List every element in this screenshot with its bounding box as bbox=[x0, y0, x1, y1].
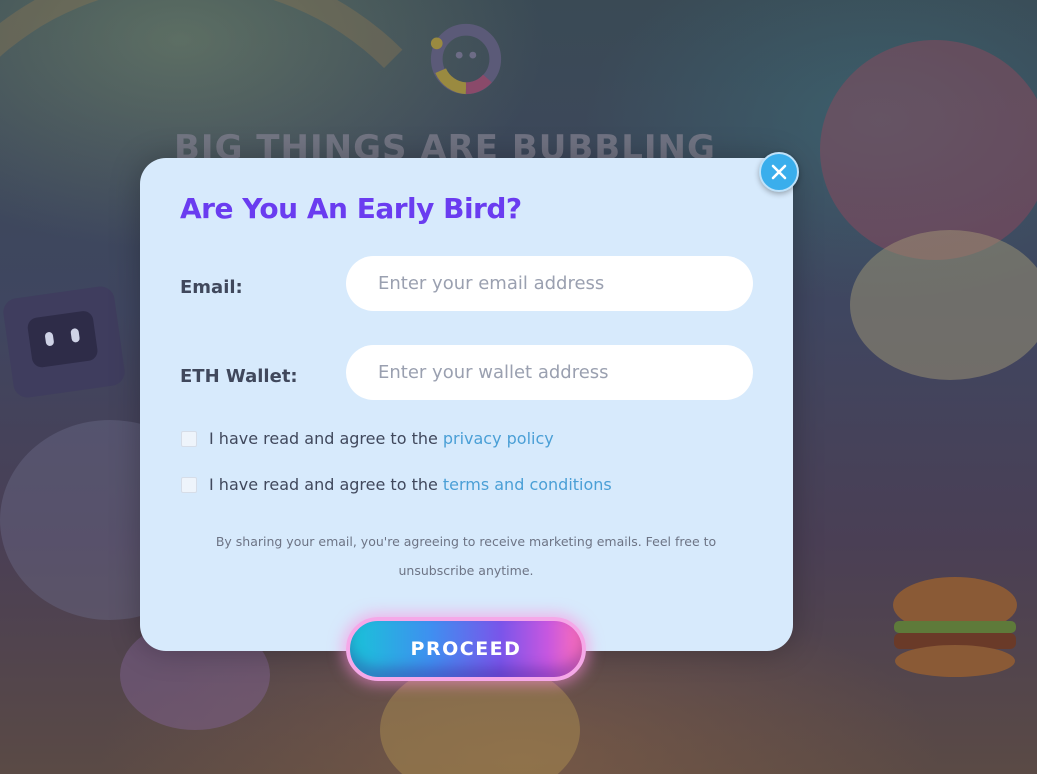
terms-agreement-text: I have read and agree to the bbox=[209, 475, 438, 494]
terms-link[interactable]: terms and conditions bbox=[443, 475, 612, 494]
background-robot bbox=[1, 284, 127, 400]
background-cloud bbox=[850, 230, 1037, 380]
smiley-ring-logo bbox=[430, 23, 502, 95]
modal-title: Are You An Early Bird? bbox=[180, 192, 522, 225]
background-burger bbox=[893, 577, 1017, 677]
terms-checkbox[interactable] bbox=[181, 476, 197, 493]
privacy-policy-link[interactable]: privacy policy bbox=[443, 429, 554, 448]
wallet-input[interactable] bbox=[346, 345, 753, 400]
close-icon bbox=[771, 164, 787, 180]
proceed-label: PROCEED bbox=[410, 638, 522, 660]
background-candy-tower bbox=[820, 40, 1037, 260]
terms-agreement-row: I have read and agree to the terms and c… bbox=[180, 475, 612, 494]
privacy-agreement-row: I have read and agree to the privacy pol… bbox=[180, 429, 554, 448]
wallet-label: ETH Wallet: bbox=[180, 366, 298, 387]
privacy-policy-checkbox[interactable] bbox=[181, 430, 197, 447]
email-input[interactable] bbox=[346, 256, 753, 311]
privacy-agreement-text: I have read and agree to the bbox=[209, 429, 438, 448]
email-label: Email: bbox=[180, 277, 243, 298]
close-button[interactable] bbox=[759, 152, 799, 192]
marketing-note: By sharing your email, you're agreeing t… bbox=[215, 534, 717, 578]
proceed-button[interactable]: PROCEED bbox=[346, 617, 586, 681]
